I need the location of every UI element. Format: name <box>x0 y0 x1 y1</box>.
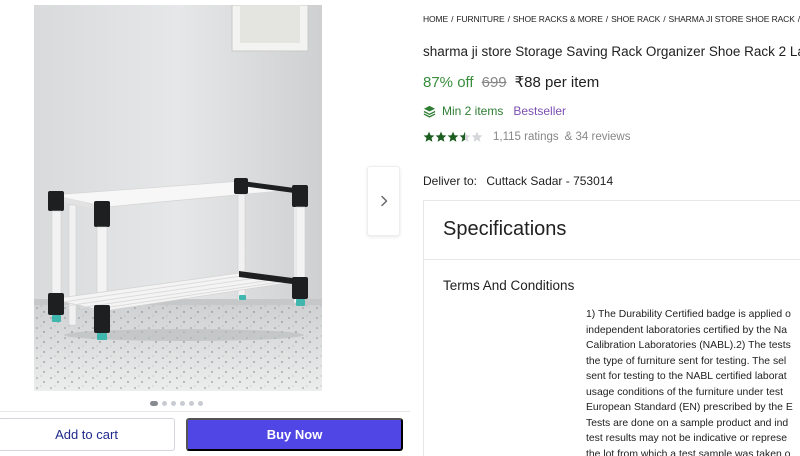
selling-price: ₹88 per item <box>514 74 600 91</box>
carousel-dot[interactable] <box>150 401 158 406</box>
breadcrumb-separator: / <box>507 14 510 24</box>
terms-line: independent laboratories certified by th… <box>586 324 788 336</box>
breadcrumb-item[interactable]: SHOE RACKS & MORE <box>513 14 603 24</box>
layers-icon <box>423 105 436 118</box>
carousel-dot[interactable] <box>171 401 176 406</box>
discount-percent: 87% off <box>423 74 474 91</box>
terms-line: 1) The Durability Certified badge is app… <box>586 309 791 320</box>
terms-line: Calibration Laboratories (NABL).2) The t… <box>586 340 791 351</box>
product-gallery: Add to cart Buy Now <box>0 0 410 456</box>
chevron-right-icon <box>380 195 387 207</box>
star-icon <box>435 131 447 142</box>
reviews-count: & 34 reviews <box>564 131 631 143</box>
terms-line: test results may not be indicative or re… <box>586 433 787 444</box>
breadcrumb-item[interactable]: SHARMA JI STORE SHOE RACK <box>669 14 795 24</box>
star-icon <box>459 131 471 142</box>
breadcrumb-item[interactable]: HOME <box>423 14 448 24</box>
terms-line: the lot from which a test sample was tak… <box>586 448 791 456</box>
buy-now-button[interactable]: Buy Now <box>186 418 403 451</box>
carousel-dots[interactable] <box>150 401 203 406</box>
product-details: HOME / FURNITURE / SHOE RACKS & MORE / SHOE RA… <box>423 0 800 456</box>
ratings-count: 1,115 ratings <box>493 131 559 143</box>
breadcrumb-separator: / <box>605 14 609 24</box>
min-items-label: Min 2 items <box>442 104 504 118</box>
next-image-button[interactable] <box>367 166 400 236</box>
carousel-dot[interactable] <box>180 401 185 406</box>
original-price: 699 <box>481 74 507 91</box>
terms-line: usage conditions of the furniture under … <box>586 386 783 398</box>
carousel-dot[interactable] <box>162 401 167 406</box>
carousel-dot[interactable] <box>189 401 194 406</box>
breadcrumb-separator: / <box>663 14 666 24</box>
deliver-label: Deliver to: <box>423 174 478 188</box>
terms-line: European Standard (EN) prescribed by the… <box>586 402 793 413</box>
rating-row[interactable]: 1,115 ratings & 34 reviews <box>423 131 630 143</box>
divider <box>0 411 410 412</box>
terms-body: 1) The Durability Certified badge is app… <box>586 307 800 456</box>
product-title: sharma ji store Storage Saving Rack Orga… <box>423 44 800 59</box>
badge-row: Min 2 items Bestseller <box>423 104 566 118</box>
breadcrumb-separator: / <box>451 14 454 24</box>
divider <box>424 259 800 260</box>
price-row: 87% off 699 ₹88 per item <box>423 73 599 91</box>
breadcrumb: HOME / FURNITURE / SHOE RACKS & MORE / SHOE RA… <box>423 14 800 24</box>
delivery-location: Cuttack Sadar - 753014 <box>486 174 614 188</box>
star-icon <box>447 131 459 142</box>
star-icon <box>423 131 435 142</box>
specifications-panel: Specifications Terms And Conditions 1) T… <box>423 200 800 456</box>
terms-line: the type of furniture sent for testing. … <box>586 355 787 367</box>
carousel-dot[interactable] <box>198 401 203 406</box>
delivery-row[interactable]: Deliver to: Cuttack Sadar - 753014 <box>423 174 613 188</box>
bestseller-badge: Bestseller <box>513 104 567 118</box>
terms-line: sent for testing to the NABL certified l… <box>586 371 787 382</box>
terms-heading: Terms And Conditions <box>443 278 575 293</box>
breadcrumb-item[interactable]: SHOE RACK <box>611 14 660 24</box>
star-icon <box>471 131 483 142</box>
terms-line: Tests are done on a sample product and i… <box>586 417 789 429</box>
product-image[interactable] <box>34 5 322 391</box>
add-to-cart-button[interactable]: Add to cart <box>0 418 175 451</box>
breadcrumb-item[interactable]: FURNITURE <box>456 14 504 24</box>
star-rating <box>423 131 483 143</box>
specifications-heading: Specifications <box>443 218 567 240</box>
